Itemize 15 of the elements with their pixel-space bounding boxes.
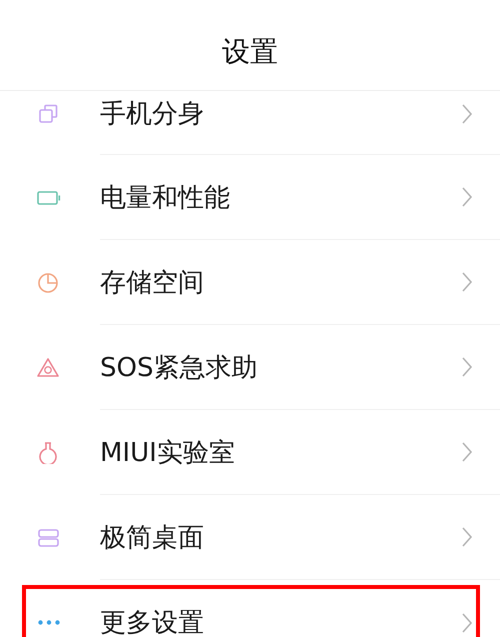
settings-item[interactable]: SOS紧急求助 (0, 325, 500, 410)
chevron-right-icon (461, 271, 473, 293)
screen-title: 设置 (222, 34, 278, 70)
settings-item[interactable]: MIUI实验室 (0, 410, 500, 495)
chevron-right-icon (461, 186, 473, 208)
settings-item[interactable]: 手机分身 (0, 91, 500, 155)
settings-item[interactable]: 存储空间 (0, 240, 500, 325)
chevron-right-icon (461, 441, 473, 463)
chevron-right-icon (461, 102, 473, 124)
chevron-right-icon (461, 612, 473, 634)
settings-item[interactable]: 极简桌面 (0, 495, 500, 580)
chevron-right-icon (461, 356, 473, 378)
chevron-right-icon (461, 526, 473, 548)
settings-item[interactable]: 更多设置 (0, 580, 500, 637)
settings-item[interactable]: 电量和性能 (0, 155, 500, 240)
